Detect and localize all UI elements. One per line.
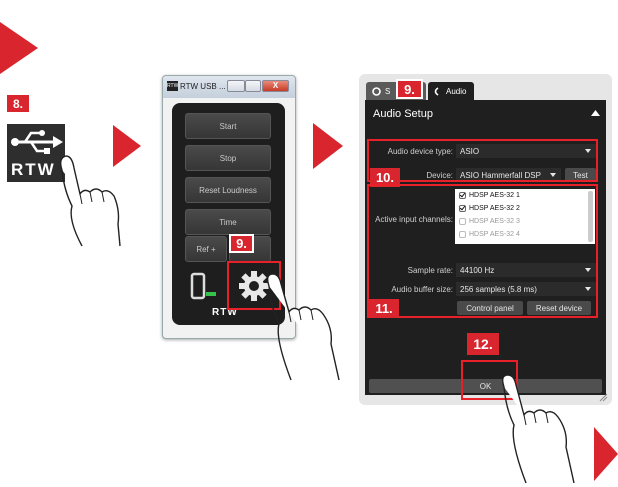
reset-loudness-button[interactable]: Reset Loudness [185, 177, 271, 203]
time-button[interactable]: Time [185, 209, 271, 235]
step-badge-9-window: 9. [229, 234, 254, 253]
start-button[interactable]: Start [185, 113, 271, 139]
tab-settings-label: S [385, 86, 391, 96]
window-titlebar: RTW RTW USB ... X [163, 76, 295, 98]
step-badge-12: 12. [467, 333, 499, 355]
step-arrow-icon [313, 123, 343, 169]
step-badge-9-dialog: 9. [396, 79, 423, 99]
audio-icon [434, 86, 439, 96]
step-arrow-icon [113, 125, 141, 167]
resize-grip-icon[interactable] [598, 392, 608, 402]
ref-plus-button[interactable]: Ref + [185, 236, 227, 262]
stop-button[interactable]: Stop [185, 145, 271, 171]
rtw-logo: RTW [11, 160, 56, 179]
step-badge-11: 11. [369, 299, 399, 318]
rtw-app-icon: RTW [167, 81, 179, 91]
step-badge-8: 8. [7, 95, 29, 112]
step-arrow-icon [0, 22, 38, 74]
close-button[interactable]: X [262, 80, 289, 92]
step-arrow-icon [594, 427, 618, 481]
window-title: RTW USB ... [180, 82, 226, 91]
hand-pointer-icon [501, 374, 575, 484]
highlight-box [367, 139, 598, 182]
section-title: Audio Setup [373, 108, 433, 120]
collapse-icon[interactable] [591, 110, 600, 117]
highlight-box [367, 184, 598, 318]
tab-audio-label: Audio [446, 86, 467, 96]
minimize-button[interactable] [227, 80, 245, 92]
tab-audio[interactable]: Audio [428, 82, 474, 100]
device-icon[interactable] [186, 272, 222, 300]
gear-icon [372, 86, 381, 96]
maximize-button[interactable] [245, 80, 261, 92]
hand-pointer-icon [266, 273, 340, 381]
